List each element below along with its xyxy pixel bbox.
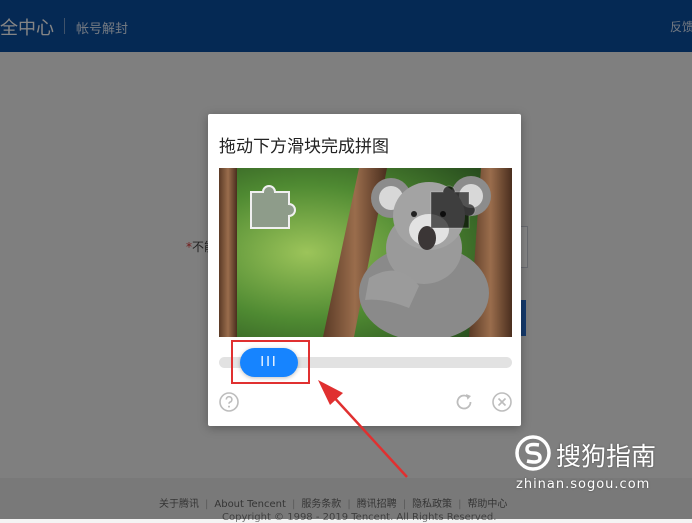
sogou-watermark: 搜狗指南 zhinan.sogou.com	[514, 434, 684, 494]
watermark-brand: 搜狗指南	[556, 442, 657, 471]
sogou-logo-icon	[515, 435, 551, 471]
watermark-url: zhinan.sogou.com	[516, 477, 651, 492]
